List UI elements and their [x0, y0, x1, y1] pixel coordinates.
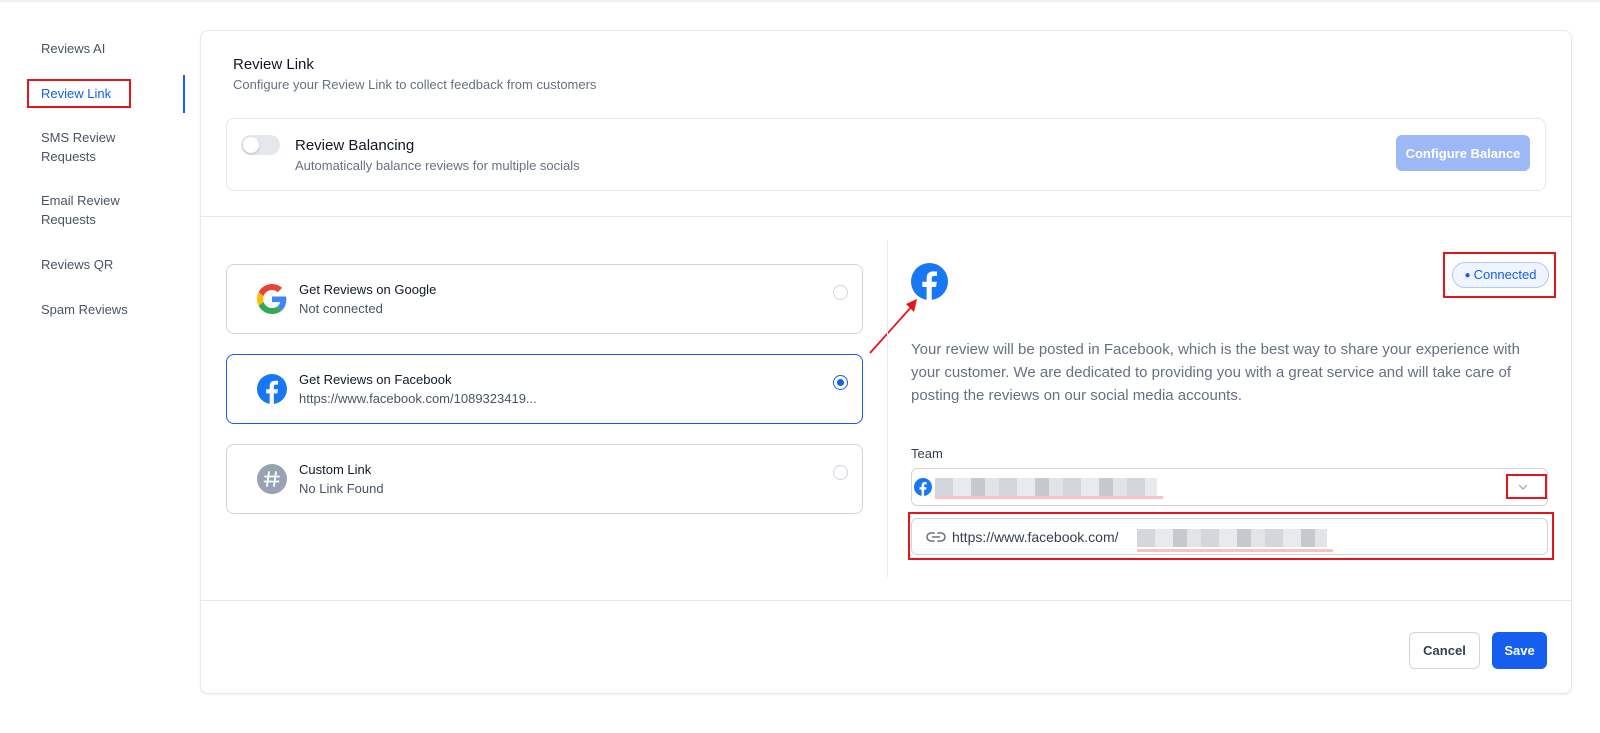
review-url-text: https://www.facebook.com/ — [952, 529, 1119, 545]
team-select[interactable] — [911, 468, 1548, 506]
option-subtitle: No Link Found — [299, 481, 384, 496]
sidebar-item-review-link[interactable]: Review Link — [41, 84, 111, 103]
status-badge-label: Connected — [1473, 267, 1537, 282]
toggle-knob — [243, 137, 259, 153]
option-facebook-radio[interactable] — [833, 375, 848, 390]
option-title: Get Reviews on Facebook — [299, 372, 452, 387]
redaction-underline — [935, 496, 1163, 499]
option-custom-link-radio[interactable] — [833, 465, 848, 480]
facebook-description: Your review will be posted in Facebook, … — [911, 341, 1520, 404]
status-dot-icon: ● — [1464, 270, 1471, 281]
link-icon — [926, 532, 946, 542]
review-balancing-subtitle: Automatically balance reviews for multip… — [295, 158, 580, 173]
review-balancing-panel — [226, 118, 1546, 191]
cancel-button[interactable]: Cancel — [1409, 632, 1480, 669]
redaction-underline — [1137, 549, 1333, 552]
page-subtitle: Configure your Review Link to collect fe… — [233, 77, 597, 92]
sidebar-item-reviews-qr[interactable]: Reviews QR — [41, 255, 113, 274]
google-icon — [257, 284, 287, 314]
option-google[interactable]: Get Reviews on Google Not connected — [226, 264, 863, 334]
option-subtitle: https://www.facebook.com/1089323419... — [299, 391, 537, 406]
redacted-team-name — [935, 478, 1157, 496]
status-badge: ● Connected — [1452, 262, 1549, 288]
option-title: Get Reviews on Google — [299, 282, 437, 297]
sidebar-item-reviews-ai[interactable]: Reviews AI — [41, 39, 105, 58]
option-title: Custom Link — [299, 462, 372, 477]
sidebar-item-spam-reviews[interactable]: Spam Reviews — [41, 300, 128, 319]
facebook-icon — [257, 374, 287, 404]
configure-balance-button[interactable]: Configure Balance — [1396, 135, 1530, 171]
chevron-down-icon[interactable] — [1517, 481, 1529, 493]
option-facebook[interactable]: Get Reviews on Facebook https://www.face… — [226, 354, 863, 424]
sidebar-active-indicator — [183, 75, 185, 113]
review-balancing-title: Review Balancing — [295, 137, 415, 154]
option-custom-link[interactable]: Custom Link No Link Found — [226, 444, 863, 514]
option-subtitle: Not connected — [299, 301, 383, 316]
sidebar-item-sms-review-requests[interactable]: SMS Review Requests — [41, 128, 115, 166]
hash-icon — [257, 464, 287, 494]
team-label: Team — [911, 446, 943, 461]
sidebar-item-email-review-requests[interactable]: Email Review Requests — [41, 191, 120, 229]
page-title: Review Link — [233, 56, 314, 73]
review-balancing-toggle[interactable] — [241, 135, 280, 155]
redacted-url-path — [1137, 529, 1327, 547]
section-divider-bottom — [201, 600, 1571, 601]
facebook-icon — [911, 263, 948, 300]
option-google-radio[interactable] — [833, 285, 848, 300]
facebook-icon — [914, 478, 932, 496]
panel-divider — [887, 240, 888, 577]
top-border — [0, 0, 1600, 2]
settings-sidebar: Reviews AI Review Link SMS Review Reques… — [0, 0, 186, 733]
review-url-field[interactable]: https://www.facebook.com/ — [911, 518, 1548, 555]
section-divider-top — [201, 216, 1571, 217]
save-button[interactable]: Save — [1492, 632, 1547, 669]
